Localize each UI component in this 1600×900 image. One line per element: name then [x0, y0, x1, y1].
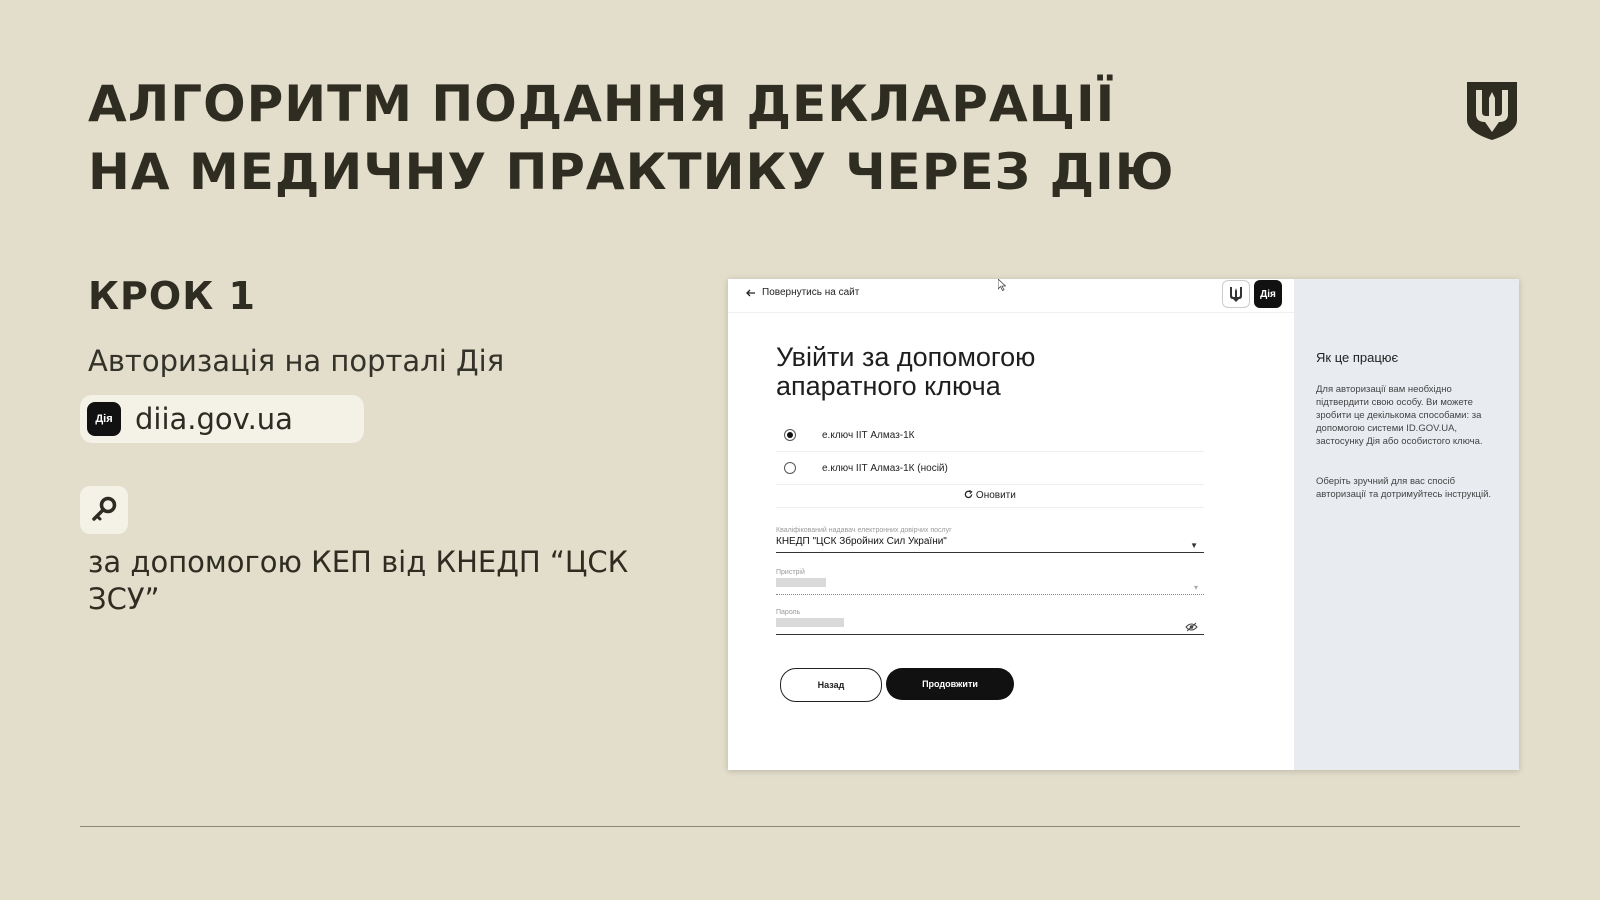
refresh-icon — [964, 489, 973, 499]
radio-button[interactable] — [784, 462, 796, 474]
device-underline — [776, 594, 1204, 596]
title-line-2: НА МЕДИЧНУ ПРАКТИКУ ЧЕРЕЗ ДІЮ — [88, 143, 1175, 201]
diia-logo-icon: Дія — [1254, 280, 1282, 308]
password-field[interactable]: Пароль — [776, 609, 1204, 635]
sidebar-title: Як це працює — [1316, 350, 1399, 365]
device-placeholder — [776, 578, 826, 587]
step-subtitle: Авторизація на порталі Дія — [88, 344, 505, 378]
refresh-button[interactable]: Оновити — [776, 485, 1204, 508]
provider-select[interactable]: Кваліфікований надавач електронних довір… — [776, 527, 1204, 553]
provider-underline — [776, 552, 1204, 553]
chevron-down-icon: ▾ — [1193, 583, 1198, 592]
mouse-cursor-icon — [998, 279, 1006, 291]
key-badge — [80, 486, 128, 534]
page-title: АЛГОРИТМ ПОДАННЯ ДЕКЛАРАЦІЇ НА МЕДИЧНУ П… — [88, 70, 1338, 206]
sidebar-paragraph-2: Оберіть зручний для вас спосіб авторизац… — [1316, 476, 1492, 500]
key-icon — [92, 496, 117, 521]
chevron-down-icon: ▼ — [1190, 541, 1198, 550]
radio-button-checked[interactable] — [784, 429, 796, 441]
step-title: КРОК 1 — [88, 274, 256, 318]
device-value — [776, 578, 1204, 592]
back-to-site-link[interactable]: Повернутись на сайт — [746, 287, 859, 298]
login-heading: Увійти за допомогою апаратного ключа — [776, 342, 1036, 401]
eye-off-icon[interactable] — [1185, 622, 1198, 632]
device-label: Пристрій — [776, 569, 805, 576]
how-it-works-sidebar: Як це працює Для авторизації вам необхід… — [1294, 279, 1519, 770]
arrow-left-icon — [746, 289, 755, 296]
continue-button[interactable]: Продовжити — [886, 668, 1014, 700]
back-link-label: Повернутись на сайт — [762, 287, 860, 298]
password-label: Пароль — [776, 609, 801, 616]
bottom-divider — [80, 826, 1520, 827]
login-topbar: Повернутись на сайт Дія — [728, 279, 1294, 313]
key-option-label: е.ключ ІІТ Алмаз-1К (носій) — [822, 462, 948, 474]
password-underline — [776, 634, 1204, 635]
provider-label: Кваліфікований надавач електронних довір… — [776, 527, 952, 534]
password-placeholder — [776, 618, 844, 627]
provider-value: КНЕДП "ЦСК Збройних Сил України" — [776, 536, 947, 547]
diia-url-pill[interactable]: Дія diia.gov.ua — [80, 395, 364, 443]
password-value — [776, 618, 1204, 632]
trident-shield-icon — [1467, 82, 1517, 140]
title-line-1: АЛГОРИТМ ПОДАННЯ ДЕКЛАРАЦІЇ — [88, 75, 1116, 133]
refresh-label: Оновити — [975, 490, 1016, 501]
trident-icon — [1222, 280, 1250, 308]
diia-url[interactable]: diia.gov.ua — [135, 402, 293, 436]
key-option-2[interactable]: е.ключ ІІТ Алмаз-1К (носій) — [776, 452, 1204, 485]
back-button[interactable]: Назад — [780, 668, 882, 702]
login-panel: Повернутись на сайт Дія Увійти за допомо… — [728, 279, 1294, 770]
sidebar-paragraph-1: Для авторизації вам необхідно підтвердит… — [1316, 384, 1483, 447]
device-select[interactable]: Пристрій ▾ — [776, 569, 1204, 596]
diia-login-screenshot: Повернутись на сайт Дія Увійти за допомо… — [728, 279, 1519, 770]
diia-logo-icon: Дія — [87, 402, 121, 436]
key-option-label: е.ключ ІІТ Алмаз-1К — [822, 429, 915, 441]
kep-method-text: за допомогою КЕП від КНЕДП “ЦСК ЗСУ” — [88, 545, 629, 616]
key-option-1[interactable]: е.ключ ІІТ Алмаз-1К — [776, 419, 1204, 452]
